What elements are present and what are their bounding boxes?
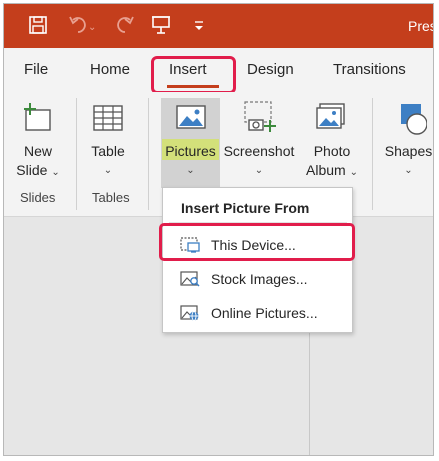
group-label-tables: Tables — [92, 190, 130, 205]
menu-item-online-pictures[interactable]: Online Pictures... — [177, 302, 347, 326]
photo-album-label-2-text: Album — [306, 162, 346, 178]
customize-qat-icon[interactable] — [192, 14, 206, 38]
undo-icon[interactable]: ⌄ — [68, 14, 98, 38]
window-title: Pres — [408, 18, 434, 34]
photo-album-label-1: Photo — [313, 143, 351, 159]
pictures-caret: ⌄ — [186, 165, 195, 176]
group-separator — [148, 98, 149, 210]
shapes-button[interactable]: Shapes ⌄ — [382, 100, 433, 180]
stock-images-icon — [180, 271, 200, 287]
insert-tab-highlight — [151, 56, 236, 94]
photo-album-icon — [316, 103, 345, 129]
svg-text:⌄: ⌄ — [88, 22, 96, 33]
shapes-label: Shapes — [384, 143, 433, 159]
menu-item-label: Stock Images... — [211, 271, 308, 287]
powerpoint-window: ⌄ Pres File Home Insert Design Transitio… — [3, 3, 434, 456]
table-caret: ⌄ — [103, 165, 113, 176]
new-slide-label-2: Slide ⌄ — [12, 161, 64, 182]
pictures-label: Pictures — [165, 143, 216, 159]
screenshot-label: Screenshot — [223, 143, 295, 159]
pictures-button[interactable]: Pictures ⌄ — [161, 100, 220, 180]
save-icon[interactable] — [28, 14, 48, 38]
new-slide-caret: ⌄ — [51, 167, 60, 178]
pictures-icon — [175, 105, 206, 129]
photo-album-caret: ⌄ — [349, 167, 358, 178]
screenshot-button[interactable]: Screenshot ⌄ — [220, 100, 298, 180]
new-slide-label-2-text: Slide — [16, 162, 48, 178]
group-separator — [372, 98, 373, 210]
table-icon — [93, 105, 123, 131]
table-button[interactable]: Table ⌄ — [82, 100, 134, 180]
tab-file[interactable]: File — [24, 61, 48, 78]
tab-design[interactable]: Design — [247, 61, 294, 78]
title-bar: ⌄ Pres — [4, 4, 434, 48]
photo-album-label-2: Album ⌄ — [301, 161, 363, 182]
photo-album-button[interactable]: Photo Album ⌄ — [301, 100, 363, 182]
screenshot-icon — [244, 101, 276, 132]
table-label: Table — [91, 143, 125, 159]
new-slide-label-1: New — [23, 143, 52, 159]
shapes-icon — [400, 104, 427, 135]
group-label-slides: Slides — [20, 190, 56, 205]
tab-home[interactable]: Home — [90, 61, 130, 78]
redo-icon[interactable] — [114, 14, 136, 38]
presenter-icon[interactable] — [150, 14, 172, 38]
shapes-caret: ⌄ — [404, 165, 413, 176]
screenshot-caret: ⌄ — [254, 165, 264, 176]
this-device-highlight — [159, 223, 355, 261]
tab-transitions[interactable]: Transitions — [333, 61, 406, 78]
menu-header: Insert Picture From — [181, 200, 310, 216]
new-slide-button[interactable]: New Slide ⌄ — [12, 100, 64, 182]
menu-item-stock-images[interactable]: Stock Images... — [177, 268, 347, 292]
group-separator — [76, 98, 77, 210]
online-pictures-icon — [180, 305, 199, 321]
menu-item-label: Online Pictures... — [211, 305, 318, 321]
new-slide-icon — [24, 103, 51, 131]
